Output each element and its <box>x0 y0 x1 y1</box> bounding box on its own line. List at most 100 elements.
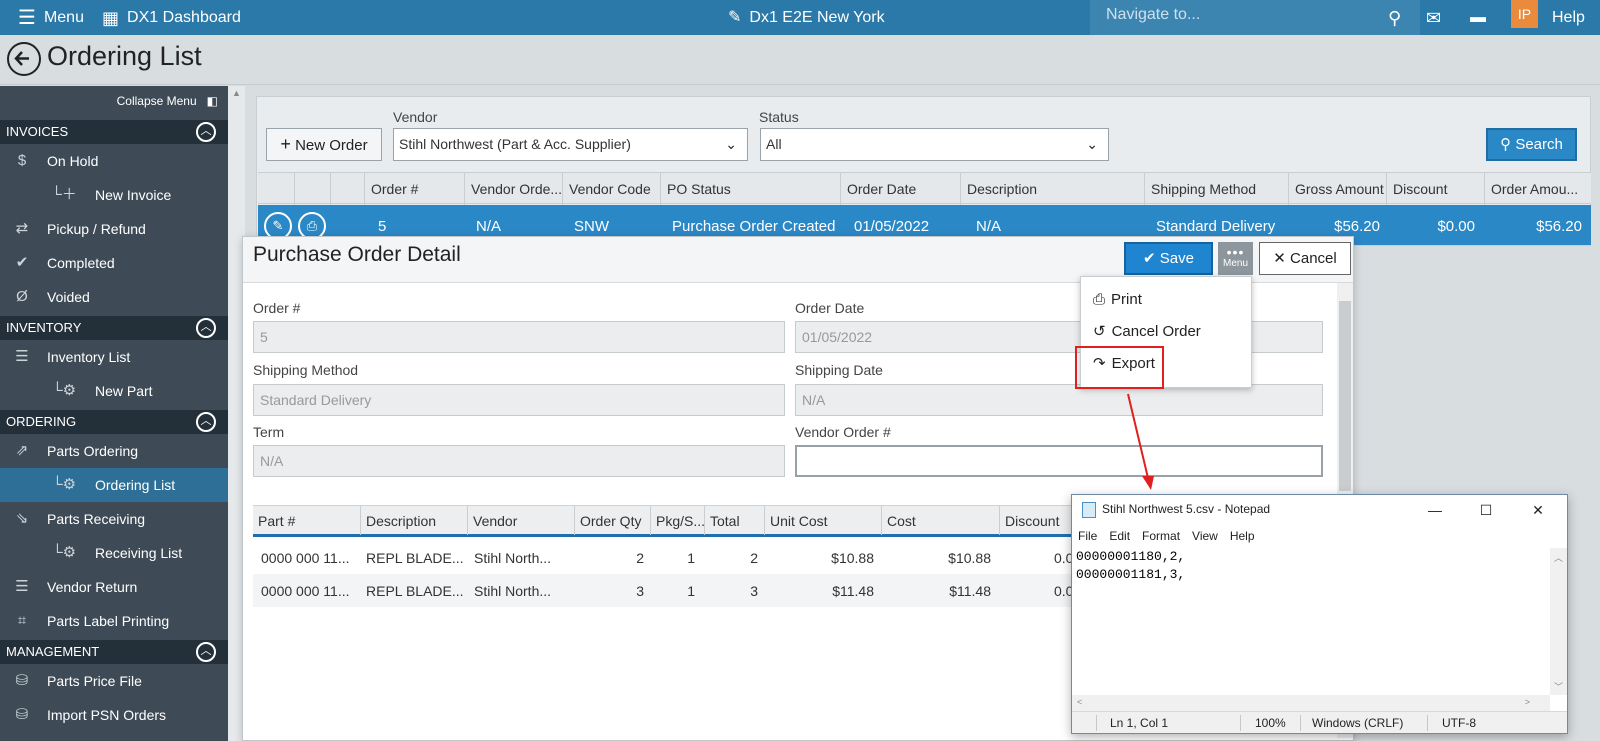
menu-help[interactable]: Help <box>1230 525 1255 547</box>
status-select[interactable]: All ⌄ <box>760 128 1109 161</box>
close-icon[interactable]: ✕ <box>1515 497 1561 523</box>
sidebar-item-completed[interactable]: ✔ Completed <box>0 246 228 280</box>
section-invoices[interactable]: INVOICES ︿ <box>0 120 228 144</box>
sidebar-item-receiving-list[interactable]: └⚙ Receiving List <box>0 536 228 570</box>
sidebar-item-inventory-list[interactable]: ☰ Inventory List <box>0 340 228 374</box>
column-header-vendor-code[interactable]: Vendor Code <box>562 173 660 205</box>
status-divider <box>1096 715 1097 731</box>
cancel-button[interactable]: ✕ Cancel <box>1259 242 1351 275</box>
menu-file[interactable]: File <box>1078 525 1097 547</box>
column-header-discount[interactable]: Discount <box>1386 173 1484 205</box>
gear-icon: └⚙ <box>51 544 77 561</box>
column-header-description[interactable]: Description <box>360 506 467 535</box>
search-icon[interactable]: ⚲ <box>1388 0 1401 35</box>
vendor-select[interactable]: Stihl Northwest (Part & Acc. Supplier) ⌄ <box>393 128 748 161</box>
sidebar-item-parts-receiving[interactable]: ⇘ Parts Receiving <box>0 502 228 536</box>
column-header-gross-amount[interactable]: Gross Amount <box>1288 173 1386 205</box>
section-ordering[interactable]: ORDERING ︿ <box>0 410 228 434</box>
chevron-up-icon[interactable]: ︿ <box>196 318 216 338</box>
sidebar-item-on-hold[interactable]: $ On Hold <box>0 144 228 178</box>
notepad-text-area[interactable]: 00000001180,2, 00000001181,3, <box>1076 548 1551 695</box>
notepad-titlebar[interactable]: Stihl Northwest 5.csv - Notepad — ☐ ✕ <box>1072 495 1567 525</box>
cell-cost: $11.48 <box>949 583 991 599</box>
column-header-pkg-size[interactable]: Pkg/S... <box>650 506 704 535</box>
column-header-total[interactable]: Total <box>704 506 764 535</box>
notepad-vertical-scrollbar[interactable]: ︿ ﹀ <box>1550 548 1567 695</box>
term-label: Term <box>253 424 285 440</box>
menu-view[interactable]: View <box>1192 525 1218 547</box>
modal-menu-button[interactable]: ••• Menu <box>1218 242 1253 275</box>
chevron-up-icon[interactable]: ︿ <box>196 412 216 432</box>
tag-icon: ⌗ <box>17 612 27 629</box>
sidebar-item-label: Ordering List <box>95 477 176 493</box>
cancel-button-label: Cancel <box>1290 250 1337 267</box>
table-row[interactable]: 0000 000 11... REPL BLADE... Stihl North… <box>253 541 1083 574</box>
notepad-menubar: File Edit Format View Help <box>1072 525 1567 547</box>
section-management[interactable]: MANAGEMENT ︿ <box>0 640 228 664</box>
menu-item-print[interactable]: ⎙ Print <box>1093 288 1142 312</box>
column-header-order-qty[interactable]: Order Qty <box>574 506 650 535</box>
menu-edit[interactable]: Edit <box>1109 525 1130 547</box>
save-button[interactable]: ✔ Save <box>1124 242 1213 275</box>
scroll-up-arrow-icon[interactable]: ︿ <box>1550 551 1567 564</box>
vendor-order-input[interactable] <box>795 445 1323 477</box>
menu-toggle[interactable]: ☰ Menu <box>18 0 84 35</box>
sidebar-item-label: On Hold <box>47 153 99 169</box>
menu-item-cancel-order[interactable]: ↺ Cancel Order <box>1093 320 1201 344</box>
sidebar-item-parts-ordering[interactable]: ⇗ Parts Ordering <box>0 434 228 468</box>
section-inventory[interactable]: INVENTORY ︿ <box>0 316 228 340</box>
close-icon: ✕ <box>1273 250 1286 267</box>
mail-icon[interactable]: ✉ <box>1426 0 1441 35</box>
new-order-button[interactable]: + New Order <box>266 128 382 161</box>
notepad-horizontal-scrollbar[interactable]: < > <box>1072 695 1550 711</box>
help-link[interactable]: Help <box>1552 0 1585 35</box>
column-header-unit-cost[interactable]: Unit Cost <box>764 506 881 535</box>
sidebar-item-parts-label-printing[interactable]: ⌗ Parts Label Printing <box>0 604 228 638</box>
store-selector[interactable]: ✎ Dx1 E2E New York <box>728 0 885 35</box>
menu-format[interactable]: Format <box>1142 525 1180 547</box>
column-header-part-no[interactable]: Part # <box>253 506 360 535</box>
minimize-icon[interactable]: — <box>1412 497 1458 523</box>
sidebar-item-import-psn-orders[interactable]: ⛁ Import PSN Orders <box>0 698 228 732</box>
search-button[interactable]: ⚲ Search <box>1486 128 1577 161</box>
column-header-shipping-method[interactable]: Shipping Method <box>1144 173 1288 205</box>
parts-grid-header: Part # Description Vendor Order Qty Pkg/… <box>253 505 1083 537</box>
chat-icon[interactable]: ▬ <box>1470 0 1486 35</box>
column-header-order-amount[interactable]: Order Amou... <box>1484 173 1591 205</box>
chevron-up-icon[interactable]: ︿ <box>196 642 216 662</box>
sidebar-item-vendor-return[interactable]: ☰ Vendor Return <box>0 570 228 604</box>
search-button-label: Search <box>1515 136 1563 153</box>
chevron-up-icon[interactable]: ︿ <box>196 122 216 142</box>
sidebar-item-parts-price-file[interactable]: ⛁ Parts Price File <box>0 664 228 698</box>
chevron-down-icon: ⌄ <box>725 136 737 152</box>
status-label: Status <box>759 109 799 125</box>
scroll-left-arrow-icon[interactable]: < <box>1077 697 1082 707</box>
scroll-right-arrow-icon[interactable]: > <box>1525 697 1530 707</box>
sidebar-item-label: Inventory List <box>47 349 131 365</box>
scroll-up-arrow-icon[interactable]: ▲ <box>232 88 241 98</box>
column-header-po-status[interactable]: PO Status <box>660 173 840 205</box>
table-row[interactable]: 0000 000 11... REPL BLADE... Stihl North… <box>253 574 1083 607</box>
sidebar-item-ordering-list[interactable]: └⚙ Ordering List <box>0 468 228 502</box>
sidebar-item-label: New Invoice <box>95 187 172 203</box>
user-avatar[interactable]: IP <box>1511 0 1538 28</box>
sidebar-item-pickup-refund[interactable]: ⇄ Pickup / Refund <box>0 212 228 246</box>
scroll-down-arrow-icon[interactable]: ﹀ <box>1550 680 1567 693</box>
maximize-icon[interactable]: ☐ <box>1463 497 1509 523</box>
back-arrow-icon[interactable] <box>7 42 41 76</box>
navigate-input[interactable]: Navigate to... <box>1106 0 1200 30</box>
column-header-cost[interactable]: Cost <box>881 506 999 535</box>
scrollbar-thumb[interactable] <box>1339 301 1351 491</box>
sidebar-item-new-part[interactable]: └⚙ New Part <box>0 374 228 408</box>
column-header-vendor[interactable]: Vendor <box>467 506 574 535</box>
dashboard-link[interactable]: ▦ DX1 Dashboard <box>102 0 241 35</box>
cell-pkg-size: 1 <box>687 583 695 599</box>
column-header-order-no[interactable]: Order # <box>364 173 464 205</box>
sidebar-item-new-invoice[interactable]: └＋ New Invoice <box>0 178 228 212</box>
column-header-description[interactable]: Description <box>960 173 1144 205</box>
sidebar-item-voided[interactable]: Ø Voided <box>0 280 228 314</box>
collapse-menu-button[interactable]: Collapse Menu ◧ <box>117 94 218 108</box>
column-header-vendor-order[interactable]: Vendor Orde... <box>464 173 562 205</box>
column-header-order-date[interactable]: Order Date <box>840 173 960 205</box>
collapse-menu-label: Collapse Menu <box>116 94 197 108</box>
